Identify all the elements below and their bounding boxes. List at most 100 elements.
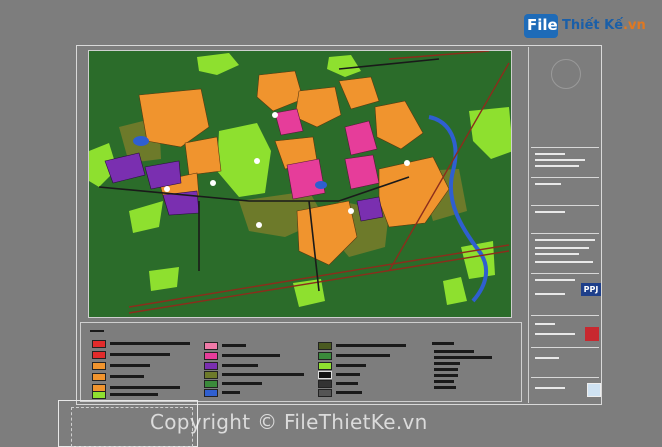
legend-swatch-road (318, 389, 332, 397)
legend-swatch-orange (92, 373, 106, 381)
green-zone (469, 107, 511, 159)
legend-label (336, 373, 360, 376)
legend-swatch-darkgreen (204, 380, 218, 388)
orange-zone (184, 136, 222, 176)
ppj-badge: PPJ (581, 283, 601, 296)
green-zone (129, 201, 163, 233)
title-block-divider (531, 315, 599, 316)
legend-swatch-blue (204, 389, 218, 397)
land-use-map[interactable] (88, 50, 512, 318)
orange-zone (294, 86, 342, 128)
title-block: PPJ (528, 47, 601, 403)
legend-swatch-olive (204, 371, 218, 379)
legend-label (336, 344, 406, 347)
title-block-divider (531, 147, 599, 148)
map-marker (254, 158, 260, 164)
title-block-divider (531, 233, 599, 234)
title-block-divider (531, 347, 599, 348)
orange-zone (374, 100, 424, 150)
legend-swatch-red (92, 340, 106, 348)
title-block-text (535, 253, 579, 255)
title-block-divider (531, 205, 599, 206)
company-logo-icon (585, 327, 599, 341)
legend-label (336, 354, 390, 357)
title-block-text (535, 247, 589, 249)
legend-swatch-green (92, 391, 106, 399)
title-block-text (535, 323, 555, 325)
title-block-text (535, 183, 561, 185)
legend-heading-bar (90, 330, 104, 332)
legend-label (434, 368, 458, 371)
title-block-divider (531, 273, 599, 274)
green-zone (149, 267, 179, 291)
filethietke-logo: File Thiết Kế.vn (522, 10, 660, 42)
legend-label (336, 391, 362, 394)
legend-swatch-road (318, 380, 332, 388)
pink-zone (344, 154, 380, 190)
map-marker (164, 186, 170, 192)
logo-badge: File (524, 14, 558, 38)
pink-zone (286, 158, 326, 200)
green-zone (197, 53, 239, 75)
legend-label (434, 380, 454, 383)
lake (315, 181, 327, 189)
title-block-text (535, 279, 575, 281)
pink-zone (344, 120, 378, 156)
legend-label (110, 386, 180, 389)
title-block-text (535, 333, 575, 335)
legend-label (434, 374, 458, 377)
legend-swatch-road (318, 371, 332, 379)
orange-zone (256, 70, 304, 112)
legend-label (222, 373, 304, 376)
purple-zone (356, 196, 384, 222)
copyright-watermark: Copyright © FileThietKe.vn (150, 410, 428, 434)
legend-swatch-orange (92, 362, 106, 370)
orange-zone (138, 88, 210, 148)
title-block-text (535, 159, 585, 161)
legend-label (222, 391, 240, 394)
legend-label (110, 353, 170, 356)
legend-label (336, 364, 366, 367)
legend-label (110, 342, 190, 345)
green-zone (217, 123, 271, 197)
road (388, 51, 490, 60)
title-block-text (535, 165, 579, 167)
stamp-icon (587, 383, 601, 397)
title-block-text (535, 387, 565, 389)
legend-swatch-pink (204, 342, 218, 350)
legend-label (222, 354, 280, 357)
legend-label (222, 364, 258, 367)
legend-label (432, 342, 454, 345)
legend-swatch-red (92, 351, 106, 359)
map-marker (272, 112, 278, 118)
title-block-text (535, 211, 565, 213)
lake (133, 136, 149, 146)
map-marker (256, 222, 262, 228)
title-block-text (535, 261, 593, 263)
legend-label (336, 382, 358, 385)
legend-label (110, 393, 158, 396)
emblem-icon (551, 59, 581, 89)
title-block-divider (531, 377, 599, 378)
map-marker (404, 160, 410, 166)
legend-label (222, 344, 246, 347)
legend-swatch-lightgreen (318, 362, 332, 370)
legend-label (222, 382, 262, 385)
legend-label (434, 350, 474, 353)
legend-swatch-olive-dark (318, 342, 332, 350)
legend-swatch-green (318, 352, 332, 360)
legend-swatch-magenta (204, 352, 218, 360)
green-zone (443, 277, 467, 305)
green-zone (327, 55, 361, 77)
legend-label (110, 364, 150, 367)
legend-label (110, 375, 144, 378)
title-block-text (535, 357, 559, 359)
title-block-text (535, 239, 595, 241)
legend-label (434, 386, 456, 389)
map-marker (348, 208, 354, 214)
legend-label (434, 362, 460, 365)
orange-zone (338, 76, 380, 110)
map-marker (210, 180, 216, 186)
legend-swatch-purple (204, 362, 218, 370)
title-block-divider (531, 177, 599, 178)
